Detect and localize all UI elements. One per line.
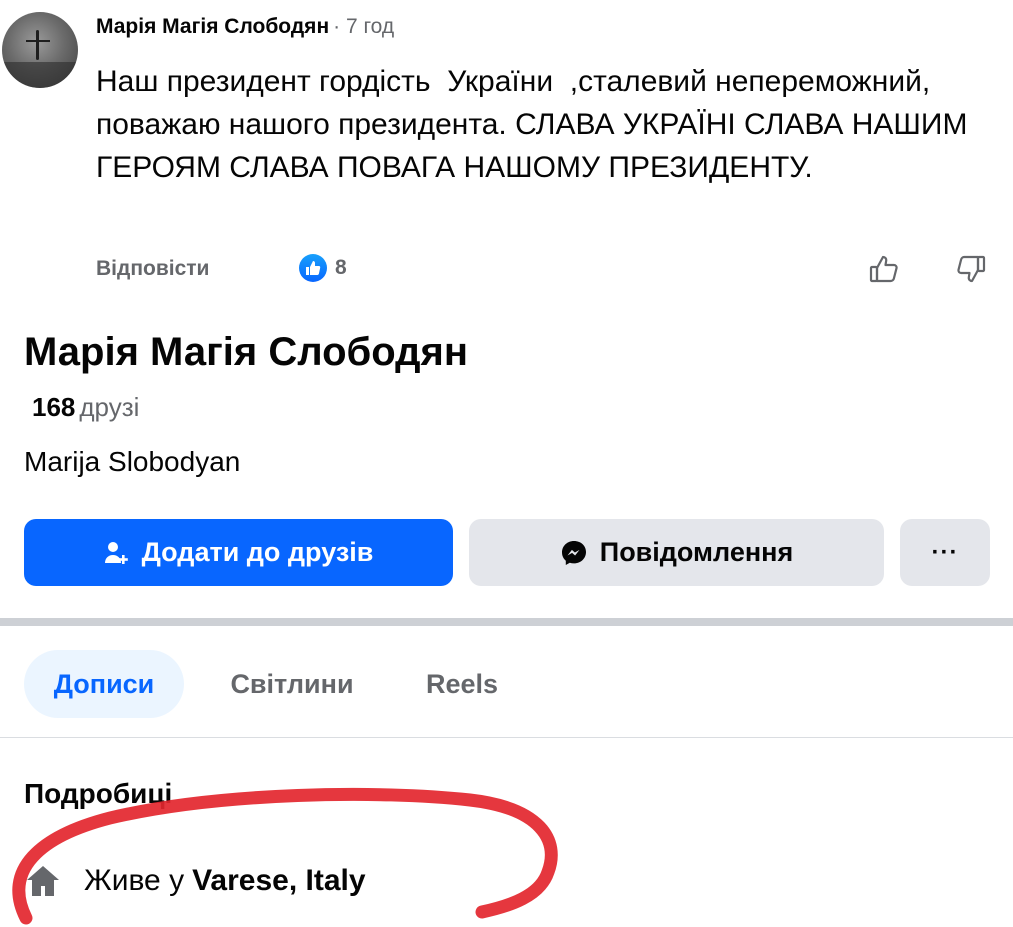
- like-count: 8: [335, 256, 347, 279]
- tab-posts[interactable]: Дописи: [24, 650, 184, 718]
- add-person-icon: [104, 541, 130, 565]
- tab-reels[interactable]: Reels: [405, 650, 519, 718]
- thumb-up-outline-icon[interactable]: [868, 253, 900, 285]
- comment: Марія Магія Слободян · 7 год Наш президен…: [0, 0, 1013, 300]
- lives-place[interactable]: Varese, Italy: [192, 864, 365, 898]
- comment-header: Марія Магія Слободян · 7 год: [96, 15, 394, 39]
- home-icon: [24, 863, 62, 899]
- message-label: Повідомлення: [599, 537, 794, 567]
- section-divider: [0, 618, 1013, 626]
- tab-photos[interactable]: Світлини: [208, 650, 376, 718]
- comment-time[interactable]: · 7 год: [333, 15, 394, 38]
- comment-actions: Відповісти 8: [96, 253, 1001, 287]
- profile-tabs: Дописи Світлини Reels: [0, 650, 1013, 720]
- add-friend-label: Додати до друзів: [141, 537, 374, 567]
- friends-number: 168: [32, 392, 76, 422]
- message-button[interactable]: Повідомлення: [469, 519, 884, 586]
- messenger-icon: [560, 539, 588, 567]
- thumb-down-outline-icon[interactable]: [955, 253, 987, 285]
- lives-in-row: Живе у Varese, Italy: [24, 863, 366, 899]
- thumbs-up-icon: [299, 254, 327, 282]
- friends-label: друзі: [79, 392, 140, 422]
- avatar-figure: [36, 30, 39, 60]
- reply-button[interactable]: Відповісти: [96, 257, 209, 281]
- commenter-avatar[interactable]: [2, 12, 78, 88]
- profile-name: Марія Магія Слободян: [24, 330, 469, 374]
- comment-text: Наш президент гордість України ,сталевий…: [96, 65, 976, 184]
- add-friend-button[interactable]: Додати до друзів: [24, 519, 453, 586]
- details-title: Подробиці: [24, 778, 173, 809]
- comment-author[interactable]: Марія Магія Слободян: [96, 15, 329, 38]
- tabs-divider: [0, 737, 1013, 738]
- friends-count[interactable]: 168 друзі: [32, 392, 139, 423]
- more-options-label: ···: [931, 538, 959, 566]
- profile-section: Марія Магія Слободян 168 друзі Marija Slo…: [0, 300, 1013, 927]
- profile-alt-name: Marija Slobodyan: [24, 446, 241, 477]
- avatar-water: [2, 62, 78, 88]
- lives-prefix: Живе у: [84, 864, 185, 897]
- avatar-figure-arms: [26, 40, 50, 42]
- more-options-button[interactable]: ···: [900, 519, 990, 586]
- reaction-summary[interactable]: 8: [299, 253, 347, 283]
